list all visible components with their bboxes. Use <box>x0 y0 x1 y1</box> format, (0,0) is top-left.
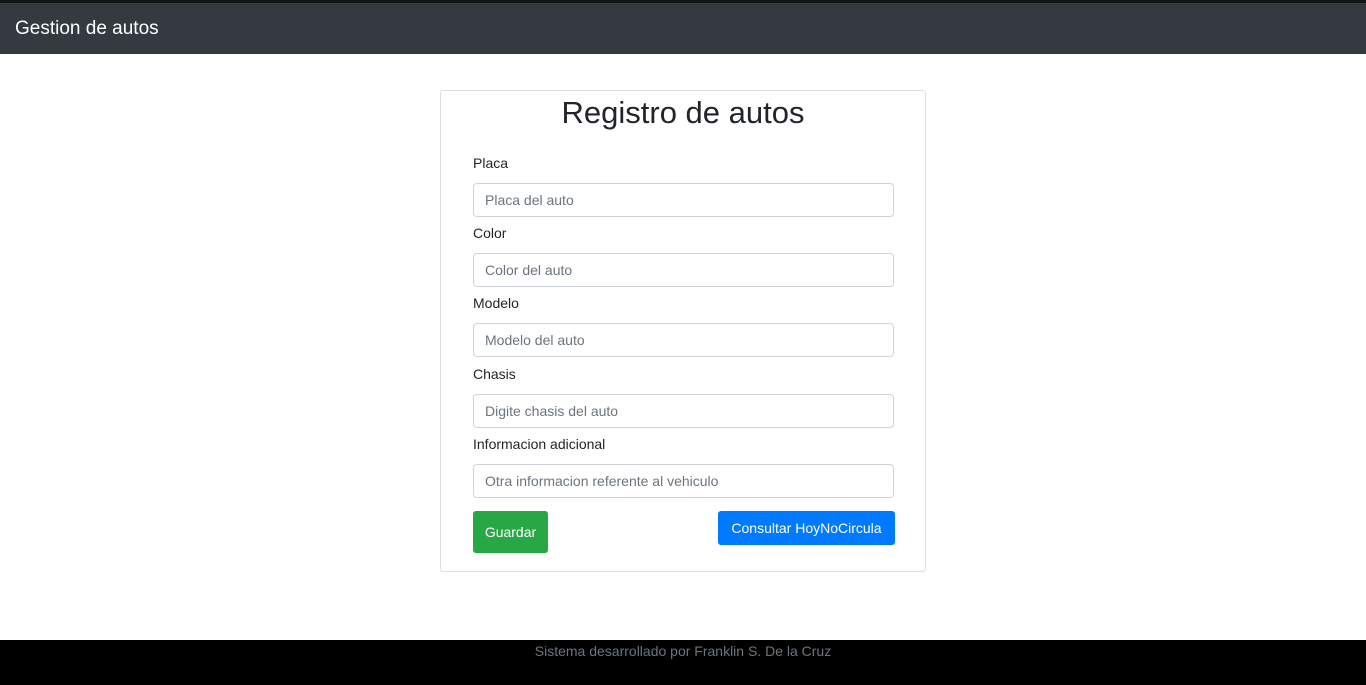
car-registration-card: Registro de autos Placa Color Modelo Cha… <box>440 90 926 572</box>
chasis-label: Chasis <box>473 366 516 382</box>
placa-input[interactable] <box>473 183 894 217</box>
info-adicional-input[interactable] <box>473 464 894 498</box>
placa-group: Placa <box>473 153 894 217</box>
check-hoynocircula-button[interactable]: Consultar HoyNoCircula <box>718 511 895 545</box>
modelo-label: Modelo <box>473 295 519 311</box>
navbar: Gestion de autos <box>0 3 1366 54</box>
modelo-input[interactable] <box>473 323 894 357</box>
footer: Sistema desarrollado por Franklin S. De … <box>0 640 1366 685</box>
color-input[interactable] <box>473 253 894 287</box>
chasis-input[interactable] <box>473 394 894 428</box>
info-adicional-group: Informacion adicional <box>473 434 894 498</box>
form-title: Registro de autos <box>561 95 805 130</box>
placa-label: Placa <box>473 155 509 171</box>
modelo-group: Modelo <box>473 293 894 357</box>
color-group: Color <box>473 223 894 287</box>
color-label: Color <box>473 225 507 241</box>
footer-credit: Sistema desarrollado por Franklin S. De … <box>534 643 832 659</box>
info-adicional-label: Informacion adicional <box>473 436 606 452</box>
chasis-group: Chasis <box>473 364 894 428</box>
save-button[interactable]: Guardar <box>473 511 548 553</box>
navbar-brand[interactable]: Gestion de autos <box>15 18 159 40</box>
